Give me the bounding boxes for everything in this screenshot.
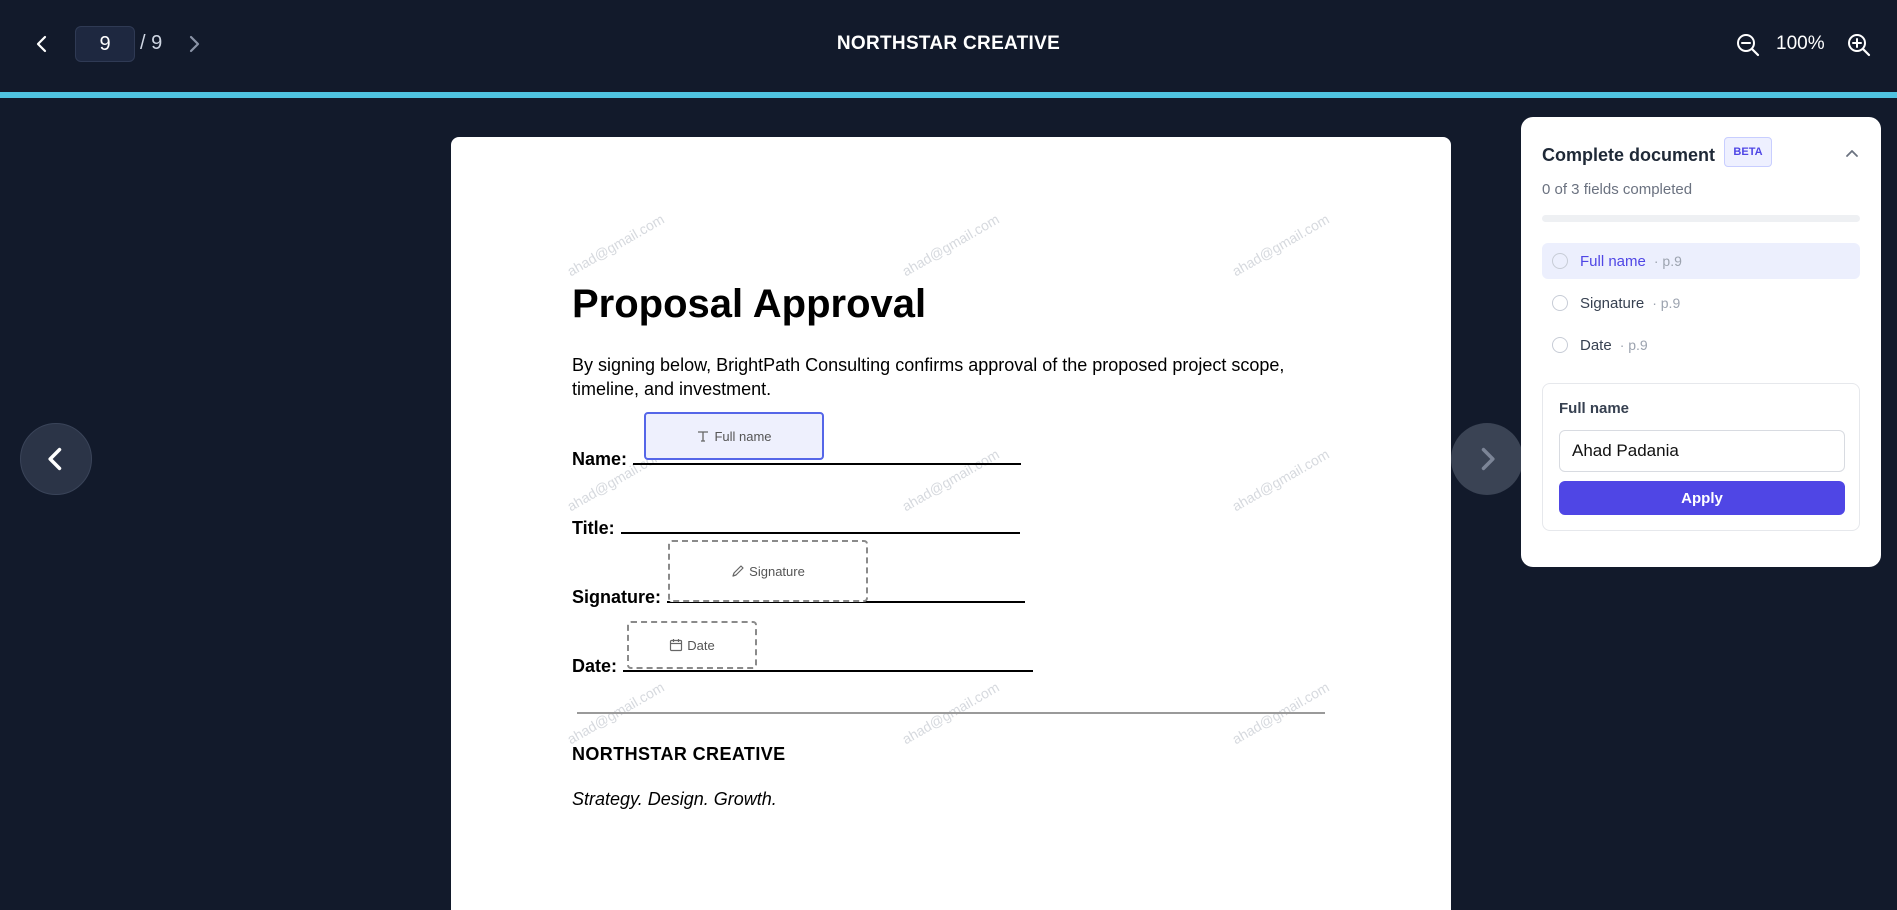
full-name-field-label: Full name bbox=[714, 428, 772, 444]
radio-icon bbox=[1552, 253, 1568, 269]
full-name-input[interactable] bbox=[1559, 430, 1845, 472]
beta-badge: BETA bbox=[1724, 137, 1772, 167]
complete-document-panel: Complete document BETA 0 of 3 fields com… bbox=[1521, 117, 1881, 567]
tagline: Strategy. Design. Growth. bbox=[572, 789, 777, 809]
pen-icon bbox=[732, 565, 744, 577]
watermark: ahad@gmail.com bbox=[564, 210, 667, 280]
panel-title: Complete document bbox=[1542, 145, 1716, 165]
field-list-item-date[interactable]: Date · p.9 bbox=[1542, 327, 1860, 363]
top-toolbar: / 9 NORTHSTAR CREATIVE 100% bbox=[0, 0, 1897, 98]
next-page-button[interactable] bbox=[1451, 423, 1523, 495]
text-icon bbox=[698, 431, 709, 442]
radio-icon bbox=[1552, 337, 1568, 353]
document-page: ahad@gmail.com ahad@gmail.com ahad@gmail… bbox=[451, 137, 1451, 910]
field-list-item-label: Full name bbox=[1580, 252, 1646, 270]
date-label: Date: bbox=[572, 656, 618, 676]
field-list-item-label: Date bbox=[1580, 336, 1612, 354]
calendar-icon bbox=[670, 639, 683, 652]
chevron-up-icon[interactable] bbox=[1843, 145, 1861, 163]
field-list-item-label: Signature bbox=[1580, 294, 1645, 312]
signature-label: Signature: bbox=[572, 587, 662, 607]
divider bbox=[577, 712, 1325, 714]
field-list-item-page: · p.9 bbox=[1652, 295, 1681, 311]
field-list-item-full-name[interactable]: Full name · p.9 bbox=[1542, 243, 1860, 279]
field-list-item-page: · p.9 bbox=[1653, 253, 1682, 269]
signature-field[interactable]: Signature bbox=[668, 540, 868, 602]
field-list: Full name · p.9 Signature · p.9 Date · p… bbox=[1542, 243, 1860, 369]
progress-bar bbox=[1542, 215, 1860, 222]
zoom-out-icon[interactable] bbox=[1735, 32, 1761, 58]
title-line: Title: bbox=[572, 516, 1020, 539]
field-list-item-page: · p.9 bbox=[1619, 337, 1648, 353]
previous-page-button[interactable] bbox=[20, 423, 92, 495]
accent-line bbox=[0, 92, 1897, 98]
footer-brand: NORTHSTAR CREATIVE bbox=[572, 744, 786, 764]
title-underline bbox=[620, 516, 1020, 534]
zoom-level: 100% bbox=[1776, 33, 1825, 54]
full-name-field[interactable]: Full name bbox=[644, 412, 824, 460]
document-title: NORTHSTAR CREATIVE bbox=[836, 33, 1061, 54]
zoom-in-icon[interactable] bbox=[1846, 32, 1872, 58]
signature-field-label: Signature bbox=[749, 563, 805, 579]
field-list-item-signature[interactable]: Signature · p.9 bbox=[1542, 285, 1860, 321]
watermark: ahad@gmail.com bbox=[1229, 210, 1332, 280]
progress-text: 0 of 3 fields completed bbox=[1542, 181, 1693, 198]
chevron-left-icon bbox=[48, 447, 62, 471]
watermark: ahad@gmail.com bbox=[899, 210, 1002, 280]
watermark: ahad@gmail.com bbox=[1229, 445, 1332, 515]
name-label: Name: bbox=[572, 449, 628, 469]
date-field[interactable]: Date bbox=[627, 621, 757, 669]
intro-paragraph: By signing below, BrightPath Consulting … bbox=[572, 355, 1285, 399]
radio-icon bbox=[1552, 295, 1568, 311]
title-label: Title: bbox=[572, 518, 615, 538]
editor-label: Full name bbox=[1559, 400, 1630, 417]
date-field-label: Date bbox=[687, 637, 715, 653]
apply-button[interactable]: Apply bbox=[1559, 481, 1845, 515]
field-editor: Full name Apply bbox=[1542, 383, 1860, 531]
chevron-right-icon bbox=[1481, 447, 1495, 471]
page-heading: Proposal Approval bbox=[572, 282, 927, 326]
